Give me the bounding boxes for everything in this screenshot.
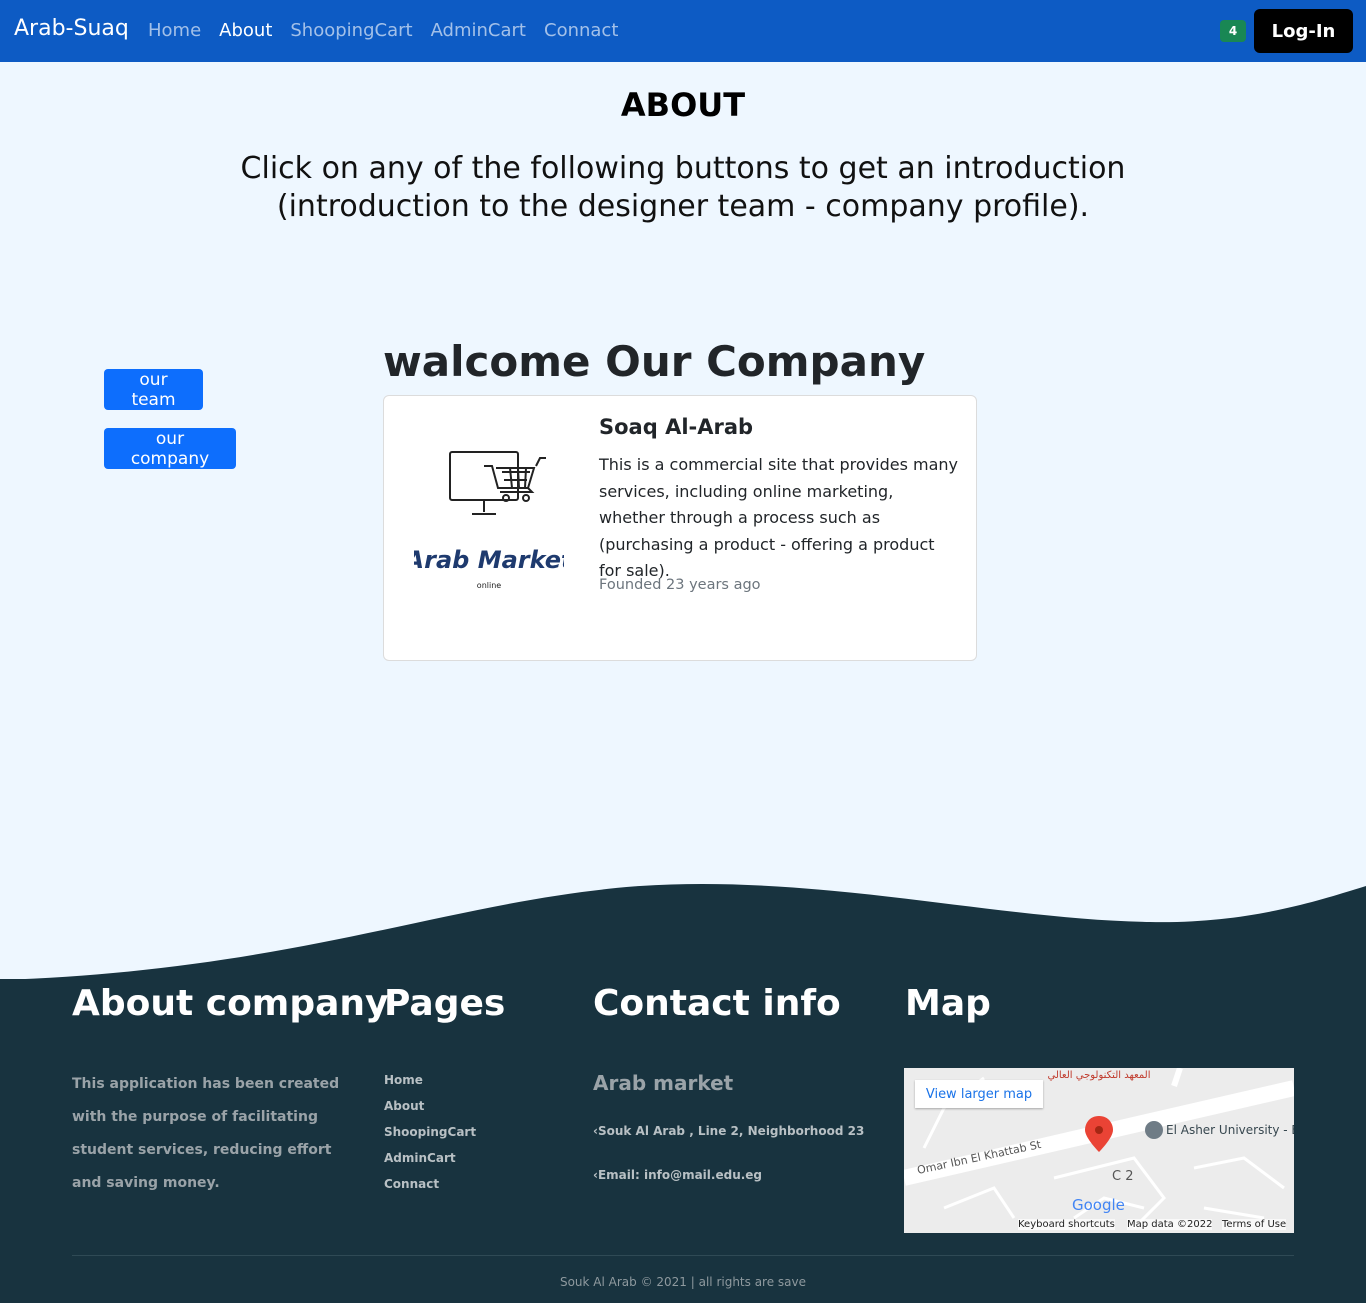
- company-name: Soaq Al-Arab: [599, 415, 754, 439]
- company-card: Arab Market online Soaq Al-Arab This is …: [383, 395, 977, 661]
- monitor-cart-icon: [449, 451, 546, 515]
- view-larger-map-link[interactable]: View larger map: [915, 1080, 1043, 1108]
- nav-shoopingcart[interactable]: ShoopingCart: [290, 20, 412, 41]
- nav-connact[interactable]: Connact: [544, 20, 618, 41]
- page-title: ABOUT: [620, 86, 746, 124]
- university-icon: [1145, 1121, 1163, 1139]
- footer-about-heading: About company: [72, 983, 389, 1024]
- footer-link-shoopingcart[interactable]: ShoopingCart: [384, 1125, 476, 1151]
- google-logo: Google: [1072, 1196, 1125, 1214]
- nav-admincart[interactable]: AdminCart: [431, 20, 526, 41]
- our-team-button[interactable]: our team: [104, 369, 203, 410]
- keyboard-shortcuts-link[interactable]: Keyboard shortcuts: [1018, 1219, 1115, 1230]
- about-intro: Click on any of the following buttons to…: [240, 151, 1126, 224]
- our-company-button[interactable]: our company: [104, 428, 236, 469]
- company-founded: Founded 23 years ago: [599, 577, 761, 593]
- footer-contact-name: Arab market: [593, 1071, 734, 1095]
- footer-contact-email: ‹Email: info@mail.edu.eg: [593, 1168, 762, 1182]
- footer-map-heading: Map: [905, 983, 991, 1024]
- logo-subtext: online: [477, 581, 501, 590]
- address-text: Souk Al Arab , Line 2, Neighborhood 23: [597, 1124, 865, 1138]
- nav-links: Home About ShoopingCart AdminCart Connac…: [148, 20, 636, 41]
- terms-of-use-link[interactable]: Terms of Use: [1222, 1219, 1287, 1230]
- footer-pages-list: Home About ShoopingCart AdminCart Connac…: [384, 1073, 476, 1203]
- footer-link-about[interactable]: About: [384, 1099, 476, 1125]
- nav-about[interactable]: About: [219, 20, 272, 41]
- brand-link[interactable]: Arab-Suaq: [14, 16, 129, 41]
- logo-text: Arab Market: [414, 546, 564, 574]
- cart-count-badge[interactable]: 4: [1220, 20, 1246, 42]
- footer-link-admincart[interactable]: AdminCart: [384, 1151, 476, 1177]
- nav-home[interactable]: Home: [148, 20, 201, 41]
- login-button[interactable]: Log-In: [1254, 9, 1353, 53]
- navbar: Arab-Suaq Home About ShoopingCart AdminC…: [0, 0, 1366, 62]
- footer-divider: [72, 1255, 1294, 1256]
- footer-wave: [0, 884, 1366, 980]
- footer-link-connact[interactable]: Connact: [384, 1177, 476, 1203]
- company-heading: walcome Our Company: [383, 337, 926, 386]
- footer-contact-address: ‹Souk Al Arab , Line 2, Neighborhood 23: [593, 1124, 864, 1138]
- map-c2-label: C 2: [1112, 1169, 1133, 1184]
- footer-link-home[interactable]: Home: [384, 1073, 476, 1099]
- embedded-map[interactable]: المعهد التكنولوجي العالي Omar Ibn El Kha…: [904, 1068, 1294, 1233]
- map-institute-label: المعهد التكنولوجي العالي: [1047, 1070, 1150, 1081]
- map-place-label: El Asher University - EAU: [1166, 1123, 1294, 1137]
- company-logo: Arab Market online: [414, 451, 564, 590]
- company-description: This is a commercial site that provides …: [599, 455, 959, 580]
- footer-pages-heading: Pages: [384, 983, 506, 1024]
- email-text: Email: info@mail.edu.eg: [597, 1168, 763, 1182]
- map-data-label: Map data ©2022: [1127, 1219, 1213, 1230]
- footer-about-text: This application has been created with t…: [72, 1076, 340, 1191]
- footer-contact-heading: Contact info: [593, 983, 841, 1024]
- footer-copyright: Souk Al Arab © 2021 | all rights are sav…: [559, 1275, 807, 1289]
- footer: About company Pages Contact info Map Thi…: [0, 979, 1366, 1303]
